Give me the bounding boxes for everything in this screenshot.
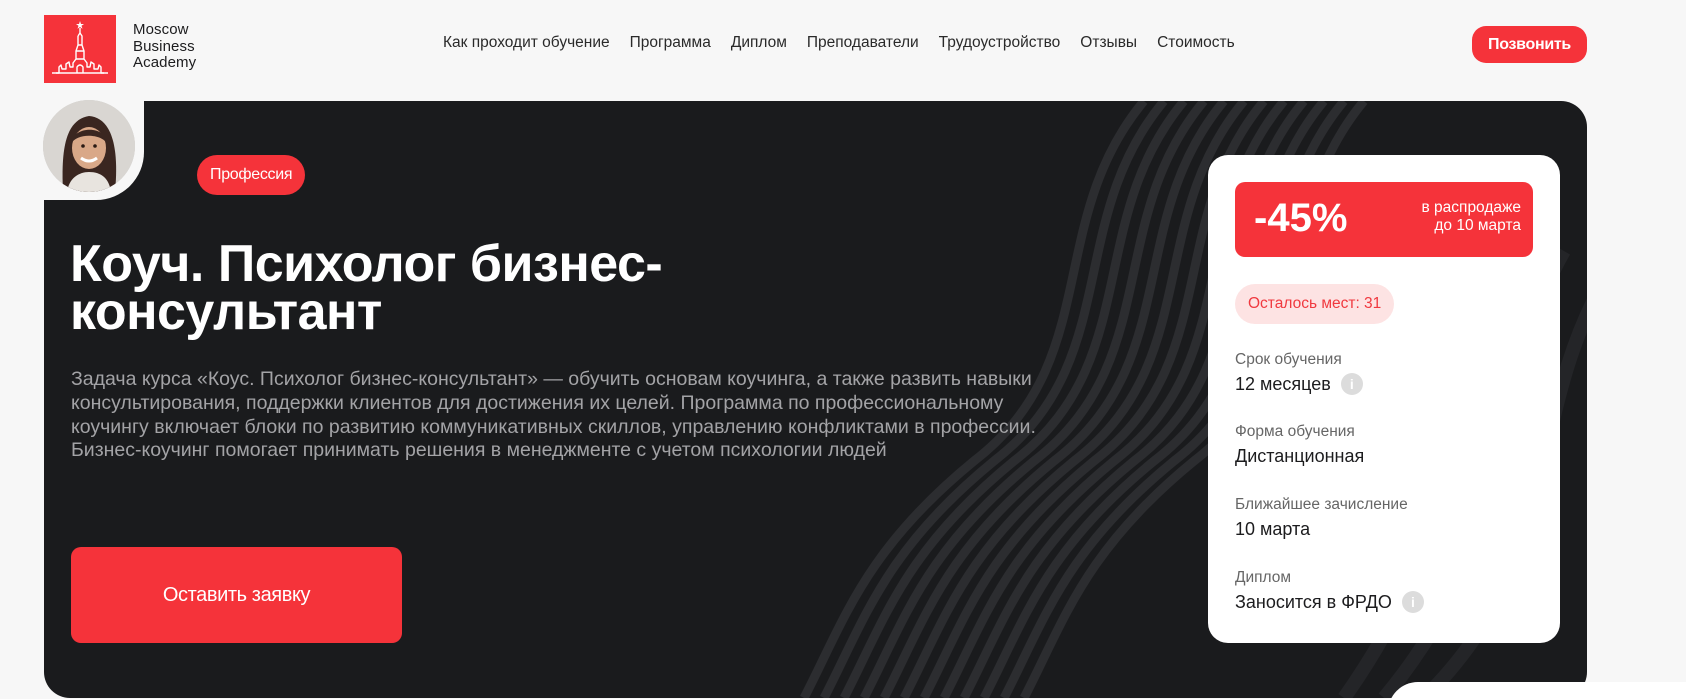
submit-application-button[interactable]: Оставить заявку: [71, 547, 402, 643]
diploma-info-icon[interactable]: i: [1401, 591, 1424, 613]
profession-badge: Профессия: [197, 155, 306, 195]
discount-value: -45%: [1254, 196, 1348, 240]
academy-name-line-1: Moscow: [133, 21, 189, 38]
format-label: Форма обучения: [1235, 423, 1355, 440]
nav-item-employment[interactable]: Трудоустройство: [939, 34, 1061, 52]
duration-label: Срок обучения: [1235, 351, 1342, 368]
enrollment-label: Ближайшее зачисление: [1235, 496, 1408, 513]
duration-row: 12 месяцев i: [1235, 373, 1363, 395]
nav-item-teachers[interactable]: Преподаватели: [807, 34, 919, 52]
course-info-card: -45% в распродаже до 10 марта Осталось м…: [1208, 155, 1560, 643]
diploma-row: Заносится в ФРДО i: [1235, 591, 1424, 613]
diploma-label: Диплом: [1235, 569, 1292, 586]
nav-item-how-it-works[interactable]: Как проходит обучение: [443, 34, 610, 52]
discount-note: в распродаже до 10 марта: [1411, 199, 1521, 234]
enrollment-value: 10 марта: [1235, 519, 1311, 539]
duration-value: 12 месяцев: [1235, 373, 1331, 394]
course-title-line-2: консультант: [70, 283, 382, 341]
nav-item-reviews[interactable]: Отзывы: [1080, 34, 1137, 52]
academy-name-line-2: Business: [133, 37, 195, 55]
course-title: Коуч. Психолог бизнес- консультант: [70, 238, 850, 338]
nav-item-program[interactable]: Программа: [630, 34, 711, 52]
main-nav: Как проходит обучение Программа Диплом П…: [443, 34, 1235, 52]
discount-banner: -45% в распродаже до 10 марта: [1235, 182, 1533, 257]
site-header: Moscow Business Academy Как проходит обу…: [0, 0, 1686, 92]
discount-note-line-1: в распродаже: [1421, 199, 1521, 216]
nav-item-diploma[interactable]: Диплом: [731, 34, 787, 52]
diploma-value: Заносится в ФРДО: [1235, 591, 1392, 612]
next-section-edge: [1388, 682, 1686, 699]
curator-avatar: [43, 100, 135, 192]
seats-left-badge: Осталось мест: 31: [1235, 284, 1395, 324]
academy-name-line-3: Academy: [133, 54, 197, 71]
course-description: Задача курса «Коус. Психолог бизнес-конс…: [71, 368, 1036, 462]
duration-info-icon[interactable]: i: [1340, 373, 1363, 395]
format-value: Дистанционная: [1235, 446, 1365, 466]
academy-name[interactable]: Moscow Business Academy: [133, 21, 197, 72]
academy-logo-icon[interactable]: [44, 15, 116, 83]
call-button[interactable]: Позвонить: [1472, 26, 1587, 63]
discount-note-line-2: до 10 марта: [1434, 216, 1521, 234]
nav-item-price[interactable]: Стоимость: [1157, 34, 1235, 52]
